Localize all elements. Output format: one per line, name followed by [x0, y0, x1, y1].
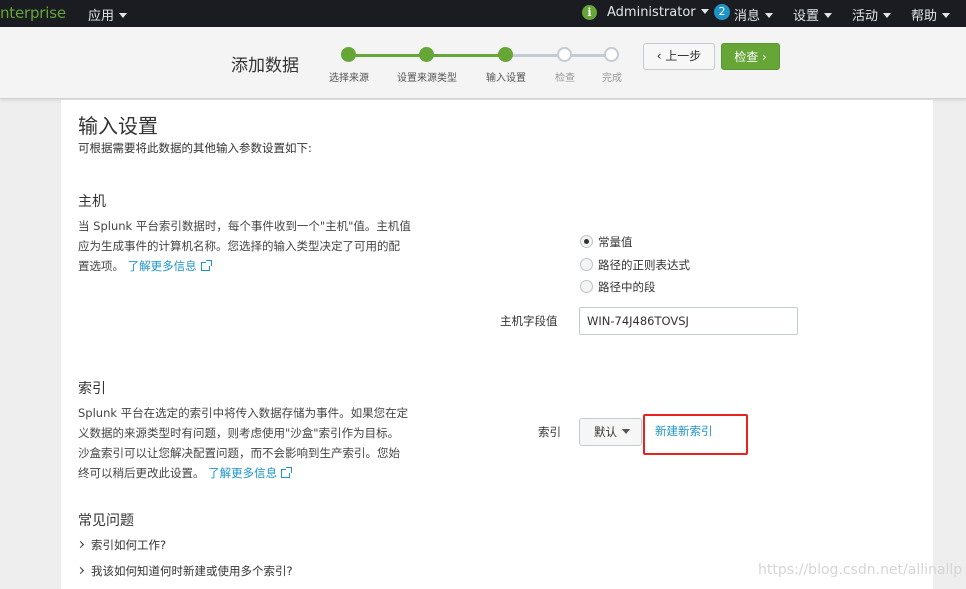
index-dropdown[interactable]: 默认: [579, 418, 642, 446]
chevron-right-icon: [76, 540, 85, 549]
activity-menu-label: 活动: [852, 9, 879, 24]
chevron-right-icon: [76, 566, 85, 575]
index-dropdown-value: 默认: [594, 425, 617, 439]
index-description: Splunk 平台在选定的索引中将传入数据存储为事件。如果您在定 义数据的来源类…: [78, 403, 428, 483]
host-learn-more-label: 了解更多信息: [127, 259, 197, 273]
chevron-down-icon: [883, 13, 892, 18]
wizard-title: 添加数据: [231, 56, 299, 76]
host-desc-line: 应为生成事件的计算机名称。您选择的输入类型决定了可用的配: [78, 239, 400, 253]
external-link-icon: [200, 260, 212, 271]
chevron-down-icon: [824, 13, 833, 18]
index-heading: 索引: [78, 381, 106, 397]
user-menu-label: Administrator: [607, 5, 696, 20]
info-icon[interactable]: i: [582, 5, 597, 20]
index-field-label: 索引: [538, 425, 561, 439]
top-nav-bar: nterprise 应用 i Administrator 2 消息 设置 活动 …: [0, 0, 966, 27]
radio-unselected-icon: [580, 280, 593, 293]
radio-label: 路径的正则表达式: [598, 258, 690, 272]
app-menu-label: 应用: [88, 9, 115, 24]
help-menu-label: 帮助: [911, 9, 938, 24]
host-desc-line: 当 Splunk 平台索引数据时，每个事件收到一个"主机"值。主机值: [78, 219, 411, 233]
step-dot-2: [419, 47, 434, 62]
radio-path-segment[interactable]: 路径中的段: [580, 279, 656, 295]
settings-menu[interactable]: 设置: [793, 5, 833, 24]
radio-unselected-icon: [580, 258, 593, 271]
chevron-down-icon: [119, 13, 128, 18]
page-title: 输入设置: [78, 114, 158, 138]
radio-label: 路径中的段: [598, 280, 656, 294]
review-next-button[interactable]: 检查 ›: [721, 43, 780, 70]
radio-constant-value[interactable]: 常量值: [580, 234, 633, 250]
step-label: 完成: [602, 73, 622, 84]
step-label: 检查: [555, 73, 575, 84]
messages-menu-label: 消息: [734, 9, 761, 24]
index-desc-line: 沙盒索引可以让您解决配置问题，而不会影响到生产索引。您始: [78, 446, 400, 460]
step-label: 选择来源: [329, 73, 369, 84]
messages-count-badge: 2: [714, 4, 730, 20]
faq-heading: 常见问题: [78, 513, 134, 529]
host-desc-line: 置选项。: [78, 259, 124, 273]
chevron-down-icon: [765, 13, 774, 18]
index-desc-line: 终可以稍后更改此设置。: [78, 466, 205, 480]
index-desc-line: Splunk 平台在选定的索引中将传入数据存储为事件。如果您在定: [78, 406, 409, 420]
index-learn-more-link[interactable]: 了解更多信息: [208, 466, 293, 480]
faq-item[interactable]: 我该如何知道何时新建或使用多个索引?: [76, 563, 293, 579]
step-dot-5: [604, 47, 619, 62]
app-menu[interactable]: 应用: [88, 5, 128, 24]
host-desc-line-last: 置选项。 了解更多信息: [78, 256, 428, 276]
faq-item[interactable]: 索引如何工作?: [76, 537, 167, 553]
radio-selected-icon: [580, 235, 593, 248]
faq-item-label: 索引如何工作?: [91, 538, 167, 552]
brand-logo-text[interactable]: nterprise: [0, 4, 66, 22]
content-panel: [61, 100, 933, 589]
external-link-icon: [281, 467, 293, 478]
host-heading: 主机: [78, 194, 106, 210]
step-dot-4: [557, 47, 572, 62]
settings-menu-label: 设置: [793, 9, 820, 24]
annotation-highlight-box: [643, 414, 748, 455]
step-label: 设置来源类型: [397, 73, 457, 84]
index-desc-line: 义数据的来源类型时有问题，则考虑使用"沙盒"索引作为目标。: [78, 426, 400, 440]
user-menu[interactable]: Administrator: [607, 5, 709, 20]
host-field-label: 主机字段值: [500, 314, 558, 328]
chevron-down-icon: [942, 13, 951, 18]
step-dot-3: [498, 47, 513, 62]
radio-path-regex[interactable]: 路径的正则表达式: [580, 257, 690, 273]
chevron-down-icon: [622, 429, 630, 434]
watermark-text: https://blog.csdn.net/allinallp: [758, 562, 963, 578]
step-label: 输入设置: [486, 73, 526, 84]
index-desc-line-last: 终可以稍后更改此设置。 了解更多信息: [78, 463, 428, 483]
host-description: 当 Splunk 平台索引数据时，每个事件收到一个"主机"值。主机值 应为生成事…: [78, 216, 428, 276]
index-learn-more-label: 了解更多信息: [208, 466, 278, 480]
previous-button[interactable]: ‹ 上一步: [643, 43, 715, 70]
host-field-value-input[interactable]: [579, 307, 798, 335]
messages-menu[interactable]: 消息: [734, 5, 774, 24]
wizard-header: 添加数据 选择来源 设置来源类型 输入设置 检查 完成 ‹ 上一步 检查 ›: [0, 27, 966, 99]
help-menu[interactable]: 帮助: [911, 5, 951, 24]
host-learn-more-link[interactable]: 了解更多信息: [127, 259, 212, 273]
page-subtitle: 可根据需要将此数据的其他输入参数设置如下:: [78, 141, 312, 155]
radio-label: 常量值: [598, 235, 633, 249]
activity-menu[interactable]: 活动: [852, 5, 892, 24]
chevron-down-icon: [700, 9, 709, 14]
faq-item-label: 我该如何知道何时新建或使用多个索引?: [91, 564, 293, 578]
step-dot-1: [341, 47, 356, 62]
